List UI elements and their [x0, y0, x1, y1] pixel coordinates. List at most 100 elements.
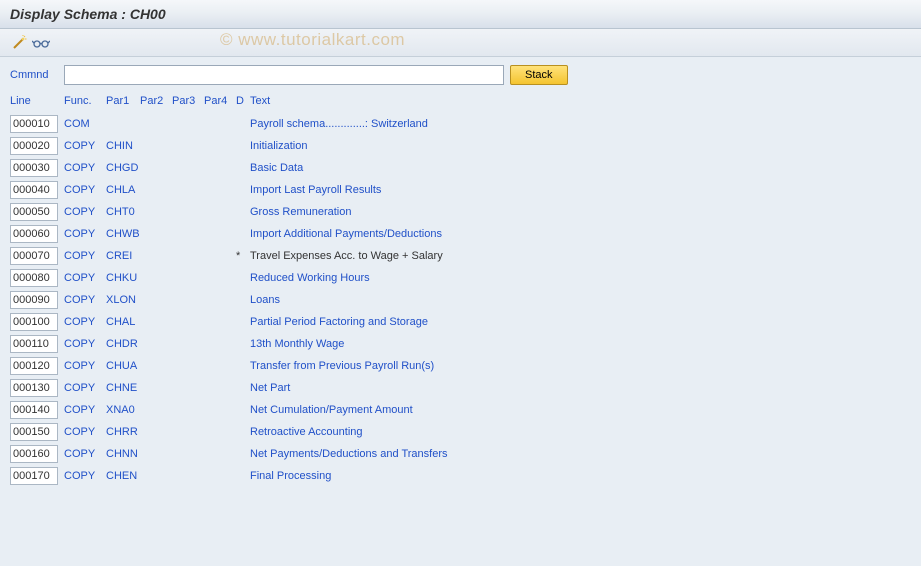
- line-input[interactable]: [10, 203, 58, 221]
- table-row: COPYCHDR 13th Monthly Wage: [10, 333, 911, 355]
- cell-func: COPY: [64, 206, 106, 218]
- table-header: Line Func. Par1 Par2 Par3 Par4 D Text: [10, 91, 911, 113]
- line-input[interactable]: [10, 467, 58, 485]
- table-row: COPYXNA0 Net Cumulation/Payment Amount: [10, 399, 911, 421]
- cell-func: COPY: [64, 272, 106, 284]
- line-input[interactable]: [10, 357, 58, 375]
- table-row: COM Payroll schema.............: Switzerl…: [10, 113, 911, 135]
- cell-func: COPY: [64, 228, 106, 240]
- cell-func: COPY: [64, 382, 106, 394]
- line-input[interactable]: [10, 115, 58, 133]
- cell-text: Travel Expenses Acc. to Wage + Salary: [250, 250, 911, 262]
- line-input[interactable]: [10, 225, 58, 243]
- cell-par1: CHRR: [106, 426, 140, 438]
- table-row: COPYXLON Loans: [10, 289, 911, 311]
- command-label: Cmmnd: [10, 69, 58, 81]
- cell-func: COPY: [64, 470, 106, 482]
- line-input[interactable]: [10, 291, 58, 309]
- header-d: D: [236, 95, 250, 107]
- table-row: COPYCHINInitialization: [10, 135, 911, 157]
- header-par1: Par1: [106, 95, 140, 107]
- cell-d: *: [236, 250, 250, 262]
- line-input[interactable]: [10, 137, 58, 155]
- cell-par1: CHAL: [106, 316, 140, 328]
- cell-par1: CHNE: [106, 382, 140, 394]
- cell-func: COPY: [64, 162, 106, 174]
- wand-icon[interactable]: [10, 34, 28, 52]
- cell-text: Partial Period Factoring and Storage: [250, 316, 911, 328]
- line-input[interactable]: [10, 335, 58, 353]
- cell-text: Net Payments/Deductions and Transfers: [250, 448, 911, 460]
- cell-text: Import Last Payroll Results: [250, 184, 911, 196]
- cell-func: COPY: [64, 404, 106, 416]
- cell-func: COM: [64, 118, 106, 130]
- cell-text: Retroactive Accounting: [250, 426, 911, 438]
- table-row: COPYCHT0 Gross Remuneration: [10, 201, 911, 223]
- cell-text: Net Cumulation/Payment Amount: [250, 404, 911, 416]
- cell-func: COPY: [64, 338, 106, 350]
- table-row: COPYCHGD Basic Data: [10, 157, 911, 179]
- table-row: COPYCHAL Partial Period Factoring and Sto…: [10, 311, 911, 333]
- table-row: COPYCHEN Final Processing: [10, 465, 911, 487]
- line-input[interactable]: [10, 181, 58, 199]
- schema-table: Line Func. Par1 Par2 Par3 Par4 D Text CO…: [0, 91, 921, 487]
- header-text: Text: [250, 95, 911, 107]
- line-input[interactable]: [10, 269, 58, 287]
- cell-text: 13th Monthly Wage: [250, 338, 911, 350]
- cell-text: Basic Data: [250, 162, 911, 174]
- table-row: COPYCHLA Import Last Payroll Results: [10, 179, 911, 201]
- cell-par1: XNA0: [106, 404, 140, 416]
- header-line: Line: [10, 95, 64, 107]
- cell-par1: CHGD: [106, 162, 140, 174]
- cell-text: Gross Remuneration: [250, 206, 911, 218]
- cell-par1: CHLA: [106, 184, 140, 196]
- table-row: COPYCREI *Travel Expenses Acc. to Wage + …: [10, 245, 911, 267]
- command-input[interactable]: [64, 65, 504, 85]
- cell-par1: CREI: [106, 250, 140, 262]
- table-row: COPYCHRRRetroactive Accounting: [10, 421, 911, 443]
- cell-par1: CHUA: [106, 360, 140, 372]
- cell-text: Import Additional Payments/Deductions: [250, 228, 911, 240]
- cell-func: COPY: [64, 360, 106, 372]
- header-func: Func.: [64, 95, 106, 107]
- line-input[interactable]: [10, 401, 58, 419]
- toolbar: [0, 29, 921, 57]
- header-par3: Par3: [172, 95, 204, 107]
- table-row: COPYCHWB Import Additional Payments/Deduc…: [10, 223, 911, 245]
- cell-text: Final Processing: [250, 470, 911, 482]
- header-par2: Par2: [140, 95, 172, 107]
- line-input[interactable]: [10, 247, 58, 265]
- cell-func: COPY: [64, 250, 106, 262]
- cell-func: COPY: [64, 140, 106, 152]
- cell-par1: CHKU: [106, 272, 140, 284]
- header-par4: Par4: [204, 95, 236, 107]
- command-row: Cmmnd Stack: [0, 57, 921, 91]
- cell-par1: CHEN: [106, 470, 140, 482]
- cell-par1: CHWB: [106, 228, 140, 240]
- glasses-icon[interactable]: [32, 34, 50, 52]
- stack-button[interactable]: Stack: [510, 65, 568, 85]
- cell-par1: CHNN: [106, 448, 140, 460]
- cell-par1: CHDR: [106, 338, 140, 350]
- line-input[interactable]: [10, 423, 58, 441]
- line-input[interactable]: [10, 379, 58, 397]
- cell-func: COPY: [64, 316, 106, 328]
- cell-text: Net Part: [250, 382, 911, 394]
- cell-func: COPY: [64, 448, 106, 460]
- cell-par1: CHIN: [106, 140, 140, 152]
- cell-func: COPY: [64, 294, 106, 306]
- table-row: COPYCHNE Net Part: [10, 377, 911, 399]
- table-row: COPYCHNN Net Payments/Deductions and Tran…: [10, 443, 911, 465]
- table-row: COPYCHKUReduced Working Hours: [10, 267, 911, 289]
- window-title: Display Schema : CH00: [0, 0, 921, 29]
- table-row: COPYCHUA Transfer from Previous Payroll R…: [10, 355, 911, 377]
- cell-text: Loans: [250, 294, 911, 306]
- cell-text: Payroll schema.............: Switzerland: [250, 118, 911, 130]
- cell-text: Transfer from Previous Payroll Run(s): [250, 360, 911, 372]
- line-input[interactable]: [10, 313, 58, 331]
- line-input[interactable]: [10, 445, 58, 463]
- cell-func: COPY: [64, 184, 106, 196]
- cell-par1: XLON: [106, 294, 140, 306]
- line-input[interactable]: [10, 159, 58, 177]
- cell-par1: CHT0: [106, 206, 140, 218]
